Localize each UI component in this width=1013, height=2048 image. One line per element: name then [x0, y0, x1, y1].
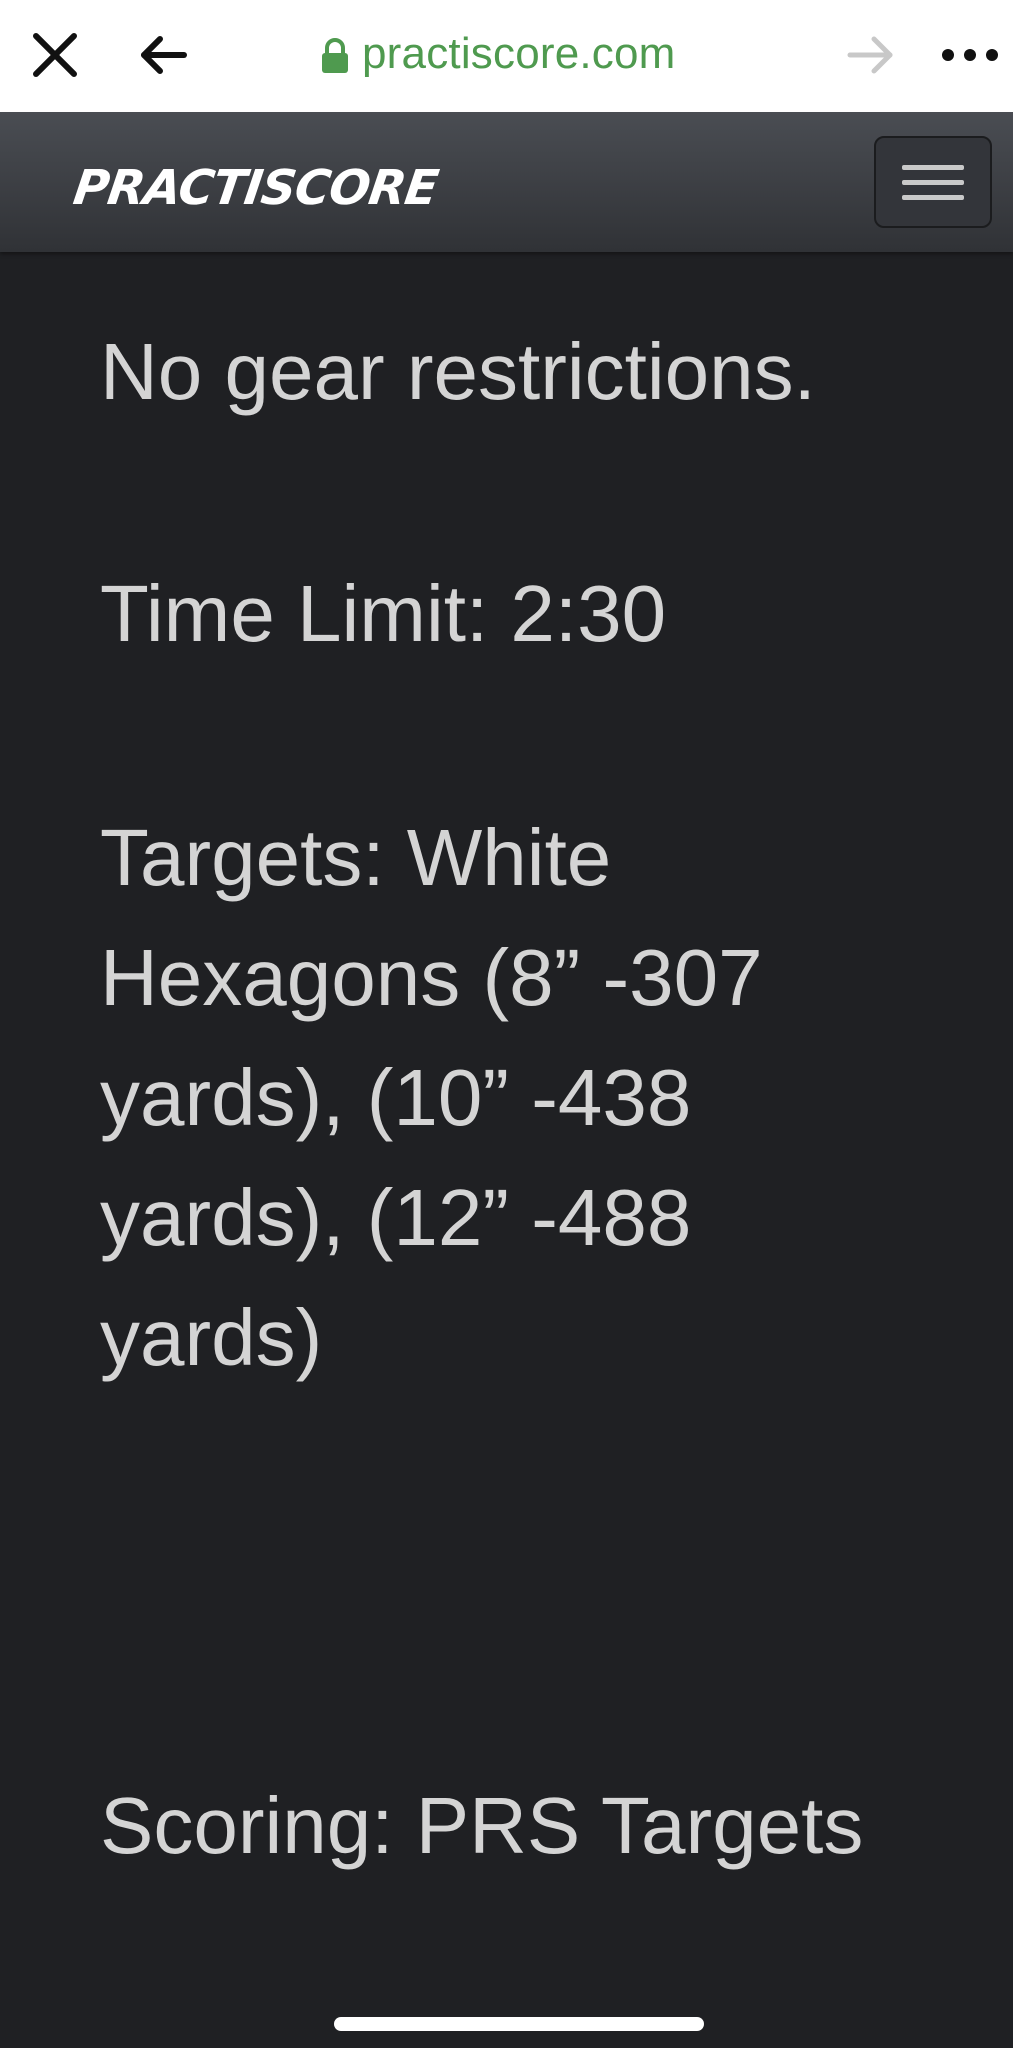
- close-icon[interactable]: [22, 22, 88, 88]
- targets-line: yards), (12” -488: [100, 1173, 692, 1262]
- lock-icon: [320, 34, 350, 74]
- address-bar[interactable]: practiscore.com: [320, 24, 676, 84]
- gear-restrictions-text: No gear restrictions.: [100, 327, 816, 416]
- hamburger-icon[interactable]: [874, 136, 992, 228]
- url-text: practiscore.com: [362, 29, 676, 78]
- targets-line: Hexagons (8” -307: [100, 933, 763, 1022]
- more-icon[interactable]: [940, 22, 1013, 88]
- targets-line: yards): [100, 1293, 323, 1382]
- time-limit-text: Time Limit: 2:30: [100, 569, 667, 658]
- page-content: to far. 9 rounds total. No gear restrict…: [0, 112, 1013, 2048]
- targets-line: Targets: White: [100, 813, 612, 902]
- home-indicator[interactable]: [334, 2017, 704, 2031]
- browser-toolbar: practiscore.com: [0, 0, 1013, 112]
- brand-logo[interactable]: PRACTISCORE: [70, 160, 441, 216]
- scoring-text: Scoring: PRS Targets: [100, 1781, 864, 1870]
- back-arrow-icon[interactable]: [130, 22, 196, 88]
- targets-line: yards), (10” -438: [100, 1053, 692, 1142]
- site-navbar: PRACTISCORE: [0, 112, 1013, 252]
- forward-arrow-icon[interactable]: [838, 22, 904, 88]
